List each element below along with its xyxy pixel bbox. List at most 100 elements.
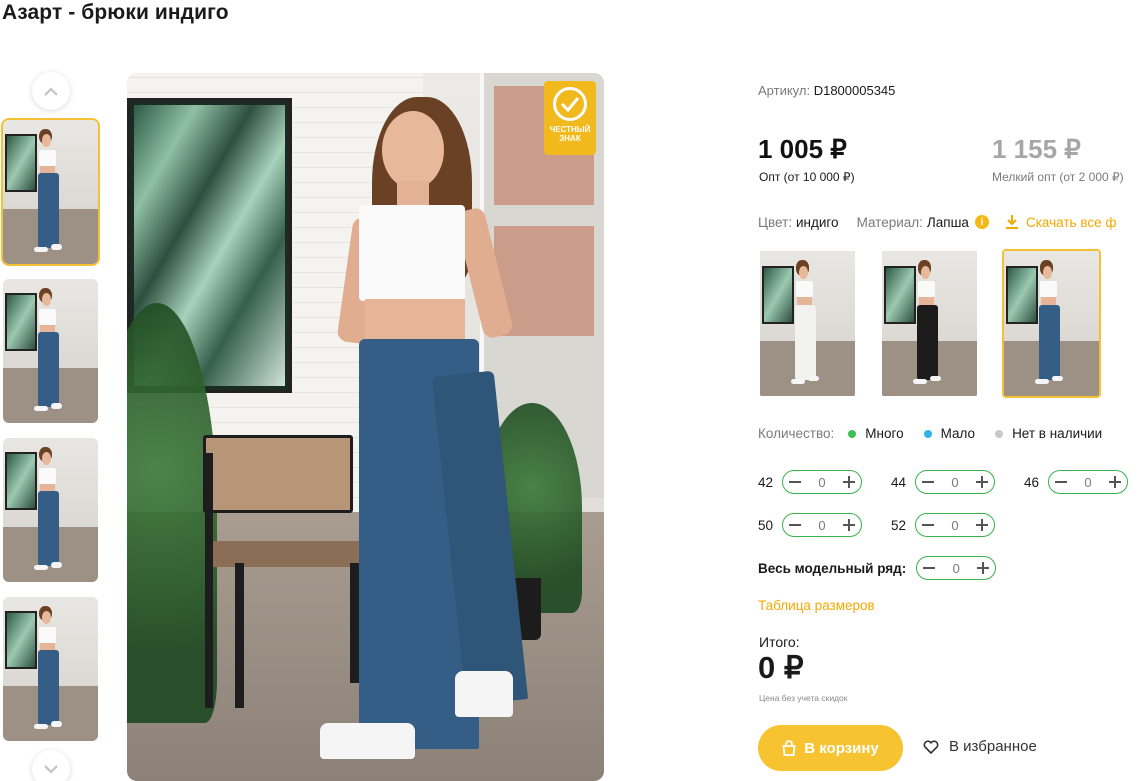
- download-all-label: Скачать все ф: [1025, 214, 1117, 230]
- add-to-favorites-label: В избранное: [949, 738, 1037, 755]
- small-wholesale-price: 1 155 ₽: [992, 134, 1081, 164]
- plus-button[interactable]: [972, 515, 992, 535]
- minus-button[interactable]: [1051, 472, 1071, 492]
- legend-dot: [995, 429, 1004, 438]
- thumbnail-1[interactable]: [1, 118, 100, 266]
- plus-icon: [842, 519, 855, 531]
- thumbs-down-button[interactable]: [32, 750, 70, 781]
- size-label: 46: [1024, 474, 1040, 490]
- total-value: 0 ₽: [758, 650, 804, 685]
- stock-legend: Количество: Много Мало Нет в наличии: [758, 426, 1122, 441]
- variant-white[interactable]: [758, 249, 857, 398]
- thumbnail-photo: [3, 279, 98, 423]
- sku-value: D1800005345: [813, 83, 896, 98]
- plus-icon: [842, 476, 855, 488]
- minus-icon: [923, 567, 936, 569]
- minus-button[interactable]: [918, 472, 938, 492]
- wholesale-price-note: Опт (от 10 000 ₽): [759, 170, 855, 184]
- minus-icon: [1055, 481, 1067, 483]
- size-row-46: 46 0: [1024, 470, 1128, 494]
- stock-legend-label: Количество:: [758, 426, 835, 441]
- quantity-value[interactable]: 0: [951, 518, 958, 533]
- legend-label: Много: [865, 426, 904, 441]
- legend-dot: [848, 429, 857, 438]
- variant-photo: [882, 251, 977, 396]
- material-label: Материал:: [856, 214, 923, 230]
- add-to-favorites-button[interactable]: В избранное: [923, 738, 1037, 755]
- plus-icon: [975, 519, 988, 531]
- quantity-stepper: 0: [782, 513, 862, 537]
- honest-sign-badge: ЧЕСТНЫЙ ЗНАК: [544, 81, 596, 155]
- plus-button[interactable]: [839, 515, 859, 535]
- legend-label: Нет в наличии: [1012, 426, 1103, 441]
- color-label: Цвет:: [758, 214, 793, 230]
- variant-indigo[interactable]: [1002, 249, 1101, 398]
- heart-icon: [923, 739, 939, 754]
- info-icon[interactable]: i: [974, 215, 989, 229]
- all-sizes-stepper: 0: [916, 556, 997, 580]
- download-icon: [1005, 215, 1018, 229]
- thumbnail-photo: [3, 438, 98, 582]
- material-value: Лапша: [926, 214, 969, 230]
- thumbnail-3[interactable]: [1, 436, 100, 584]
- minus-icon: [922, 524, 934, 526]
- plus-button[interactable]: [839, 472, 859, 492]
- quantity-stepper: 0: [1048, 470, 1128, 494]
- quantity-value[interactable]: 0: [818, 475, 825, 490]
- quantity-value[interactable]: 0: [1084, 475, 1091, 490]
- variant-photo: [1004, 251, 1099, 396]
- main-product-photo[interactable]: [127, 73, 604, 781]
- size-label: 50: [758, 517, 774, 533]
- legend-dot: [923, 429, 932, 438]
- minus-button[interactable]: [918, 515, 938, 535]
- legend-item-none: Нет в наличии: [995, 426, 1102, 441]
- size-table-link[interactable]: Таблица размеров: [758, 598, 875, 613]
- minus-icon: [922, 481, 934, 483]
- badge-text: ЧЕСТНЫЙ ЗНАК: [549, 125, 591, 143]
- size-row-44: 44 0: [891, 470, 995, 494]
- plus-button[interactable]: [972, 472, 992, 492]
- sku: Артикул: D1800005345: [758, 83, 895, 98]
- legend-item-few: Мало: [923, 426, 975, 441]
- size-row-52: 52 0: [891, 513, 995, 537]
- thumbnail-photo: [3, 120, 98, 264]
- minus-button[interactable]: [785, 515, 805, 535]
- quantity-value[interactable]: 0: [953, 561, 960, 576]
- size-label: 42: [758, 474, 774, 490]
- legend-item-many: Много: [848, 426, 904, 441]
- minus-button[interactable]: [785, 472, 805, 492]
- variant-black[interactable]: [880, 249, 979, 398]
- check-icon: [553, 87, 587, 121]
- plus-button[interactable]: [1105, 472, 1125, 492]
- minus-icon: [789, 524, 801, 526]
- plus-button[interactable]: [973, 558, 993, 578]
- attributes-row: Цвет: индиго Материал: Лапша i Скачать в…: [758, 214, 1116, 230]
- thumbnail-4[interactable]: [1, 595, 100, 743]
- thumbs-up-button[interactable]: [32, 72, 70, 110]
- minus-button[interactable]: [919, 558, 939, 578]
- add-to-cart-button[interactable]: В корзину: [758, 725, 903, 771]
- bag-icon: [782, 740, 796, 756]
- variant-photo: [760, 251, 855, 396]
- size-row-50: 50 0: [758, 513, 862, 537]
- wholesale-price: 1 005 ₽: [758, 134, 847, 164]
- quantity-value[interactable]: 0: [951, 475, 958, 490]
- chevron-up-icon: [44, 86, 58, 96]
- add-to-cart-label: В корзину: [804, 739, 879, 757]
- minus-icon: [789, 481, 801, 483]
- plus-icon: [977, 562, 990, 574]
- total-label: Итого:: [759, 634, 800, 650]
- all-sizes-row: Весь модельный ряд: 0: [758, 556, 997, 580]
- chevron-down-icon: [44, 764, 58, 774]
- thumbnail-2[interactable]: [1, 277, 100, 425]
- size-row-42: 42 0: [758, 470, 862, 494]
- plus-icon: [975, 476, 988, 488]
- sku-label: Артикул:: [758, 83, 811, 98]
- quantity-stepper: 0: [782, 470, 862, 494]
- download-all-link[interactable]: Скачать все ф: [1005, 214, 1117, 230]
- size-label: 52: [891, 517, 907, 533]
- size-label: 44: [891, 474, 907, 490]
- quantity-value[interactable]: 0: [818, 518, 825, 533]
- quantity-stepper: 0: [915, 513, 995, 537]
- quantity-stepper: 0: [915, 470, 995, 494]
